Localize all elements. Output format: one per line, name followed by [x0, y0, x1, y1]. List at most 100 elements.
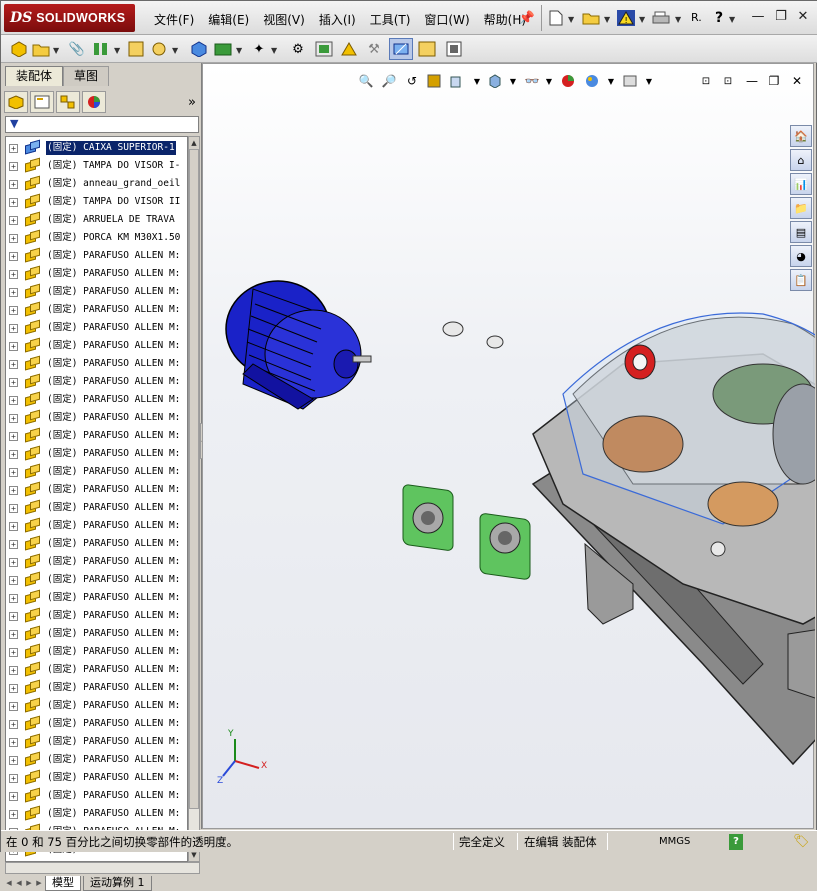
expand-icon[interactable]: +: [9, 539, 18, 549]
chevron-down-icon[interactable]: ▼: [271, 46, 277, 55]
toggle-transparency-icon[interactable]: [389, 38, 413, 60]
tab-model[interactable]: 模型: [45, 875, 81, 891]
expand-icon[interactable]: +: [9, 179, 18, 189]
expand-icon[interactable]: +: [9, 341, 18, 351]
expand-icon[interactable]: +: [9, 305, 18, 315]
new-part-icon[interactable]: [9, 39, 29, 59]
explode-view-icon[interactable]: [213, 39, 233, 59]
tree-item[interactable]: + (固定) PARAFUSO ALLEN M:: [6, 481, 187, 499]
file-explorer-icon[interactable]: 📁: [790, 197, 812, 219]
expand-icon[interactable]: +: [9, 449, 18, 459]
expand-icon[interactable]: +: [9, 719, 18, 729]
tab-assembly[interactable]: 装配体: [5, 66, 64, 86]
new-document-icon[interactable]: [546, 8, 566, 28]
tree-item[interactable]: + (固定) PARAFUSO ALLEN M:: [6, 445, 187, 463]
pin-icon[interactable]: 📌: [517, 8, 537, 28]
menu-insert[interactable]: 插入(I): [312, 11, 363, 29]
close-icon[interactable]: ✕: [795, 9, 811, 25]
tree-item[interactable]: + (固定) PARAFUSO ALLEN M:: [6, 589, 187, 607]
expand-icon[interactable]: +: [9, 323, 18, 333]
tree-item[interactable]: + (固定) PARAFUSO ALLEN M:: [6, 409, 187, 427]
tree-vertical-scrollbar[interactable]: ▲ ▼: [188, 136, 200, 862]
open-folder-icon[interactable]: [581, 8, 601, 28]
appearances-icon[interactable]: ◕: [790, 245, 812, 267]
component-properties-icon[interactable]: [126, 39, 146, 59]
chevron-down-icon[interactable]: ▼: [53, 46, 59, 55]
tree-item[interactable]: + (固定) PARAFUSO ALLEN M:: [6, 355, 187, 373]
expand-icon[interactable]: +: [9, 143, 18, 153]
tree-item[interactable]: + (固定) PARAFUSO ALLEN M:: [6, 625, 187, 643]
expand-icon[interactable]: +: [9, 629, 18, 639]
tree-item[interactable]: + (固定) TAMPA DO VISOR I-: [6, 157, 187, 175]
expand-icon[interactable]: +: [9, 683, 18, 693]
expand-icon[interactable]: +: [9, 215, 18, 225]
solidworks-logo[interactable]: DS SOLIDWORKS: [4, 4, 135, 32]
expand-icon[interactable]: +: [9, 197, 18, 207]
help-status-icon[interactable]: ?: [729, 834, 743, 850]
instant3d-icon[interactable]: [339, 39, 359, 59]
expand-icon[interactable]: +: [9, 269, 18, 279]
display-manager-icon[interactable]: [82, 91, 106, 113]
tab-first-icon[interactable]: ◀: [5, 877, 13, 889]
tab-prev-icon[interactable]: ◀: [15, 877, 23, 889]
tag-icon[interactable]: 🏷: [793, 834, 810, 850]
tree-item[interactable]: + (固定) PARAFUSO ALLEN M:: [6, 661, 187, 679]
tree-item[interactable]: + (固定) TAMPA DO VISOR II: [6, 193, 187, 211]
expand-icon[interactable]: +: [9, 773, 18, 783]
filter-icon[interactable]: ▼: [10, 117, 18, 130]
move-component-icon[interactable]: [149, 39, 169, 59]
tree-item[interactable]: + (固定) PARAFUSO ALLEN M:: [6, 697, 187, 715]
property-manager-icon[interactable]: [30, 91, 54, 113]
tree-item[interactable]: + (固定) CAIXA SUPERIOR-1: [6, 139, 187, 157]
tree-item[interactable]: + (固定) PARAFUSO ALLEN M:: [6, 427, 187, 445]
expand-icon[interactable]: +: [9, 809, 18, 819]
expand-icon[interactable]: +: [9, 521, 18, 531]
tree-item[interactable]: + (固定) PARAFUSO ALLEN M:: [6, 247, 187, 265]
tab-last-icon[interactable]: ▶: [35, 877, 43, 889]
tree-item[interactable]: + (固定) PARAFUSO ALLEN M:: [6, 283, 187, 301]
tab-next-icon[interactable]: ▶: [25, 877, 33, 889]
scroll-up-icon[interactable]: ▲: [189, 137, 199, 149]
expand-icon[interactable]: +: [9, 287, 18, 297]
gearbox-model[interactable]: [203, 64, 815, 830]
tree-item[interactable]: + (固定) PARAFUSO ALLEN M:: [6, 769, 187, 787]
expand-icon[interactable]: +: [9, 503, 18, 513]
tree-item[interactable]: + (固定) PARAFUSO ALLEN M:: [6, 373, 187, 391]
tree-item[interactable]: + (固定) PARAFUSO ALLEN M:: [6, 787, 187, 805]
status-units[interactable]: MMGS: [659, 834, 690, 850]
menu-edit[interactable]: 编辑(E): [201, 11, 256, 29]
expand-panel-icon[interactable]: »: [188, 95, 196, 110]
tree-item[interactable]: + (固定) PARAFUSO ALLEN M:: [6, 679, 187, 697]
tree-item[interactable]: + (固定) PARAFUSO ALLEN M:: [6, 337, 187, 355]
expand-icon[interactable]: +: [9, 233, 18, 243]
tree-item[interactable]: + (固定) PARAFUSO ALLEN M:: [6, 265, 187, 283]
restore-icon[interactable]: ❐: [773, 9, 789, 25]
chevron-down-icon[interactable]: ▼: [639, 15, 645, 24]
tree-horizontal-scrollbar[interactable]: [5, 862, 200, 874]
interference-icon[interactable]: ⚒: [364, 39, 384, 59]
tree-item[interactable]: + (固定) PARAFUSO ALLEN M:: [6, 643, 187, 661]
configuration-manager-icon[interactable]: [56, 91, 80, 113]
expand-icon[interactable]: +: [9, 611, 18, 621]
tree-item[interactable]: + (固定) PARAFUSO ALLEN M:: [6, 553, 187, 571]
expand-icon[interactable]: +: [9, 485, 18, 495]
expand-icon[interactable]: +: [9, 413, 18, 423]
tree-item[interactable]: + (固定) PARAFUSO ALLEN M:: [6, 715, 187, 733]
expand-icon[interactable]: +: [9, 791, 18, 801]
tree-item[interactable]: + (固定) PARAFUSO ALLEN M:: [6, 733, 187, 751]
tab-sketch[interactable]: 草图: [63, 66, 110, 86]
expand-icon[interactable]: +: [9, 395, 18, 405]
expand-icon[interactable]: +: [9, 737, 18, 747]
home-icon[interactable]: ⌂: [790, 149, 812, 171]
tree-item[interactable]: + (固定) PORCA KM M30X1.50: [6, 229, 187, 247]
tree-item[interactable]: + (固定) PARAFUSO ALLEN M:: [6, 499, 187, 517]
mate-icon[interactable]: [91, 39, 111, 59]
snapshot-icon[interactable]: [444, 39, 464, 59]
tree-filter[interactable]: ▼: [5, 116, 199, 133]
tree-item[interactable]: + (固定) PARAFUSO ALLEN M:: [6, 391, 187, 409]
tree-item[interactable]: + (固定) PARAFUSO ALLEN M:: [6, 517, 187, 535]
scroll-thumb[interactable]: [189, 149, 199, 809]
tree-item[interactable]: + (固定) PARAFUSO ALLEN M:: [6, 301, 187, 319]
chevron-down-icon[interactable]: ▼: [675, 15, 681, 24]
solidworks-resources-icon[interactable]: 🏠: [790, 125, 812, 147]
